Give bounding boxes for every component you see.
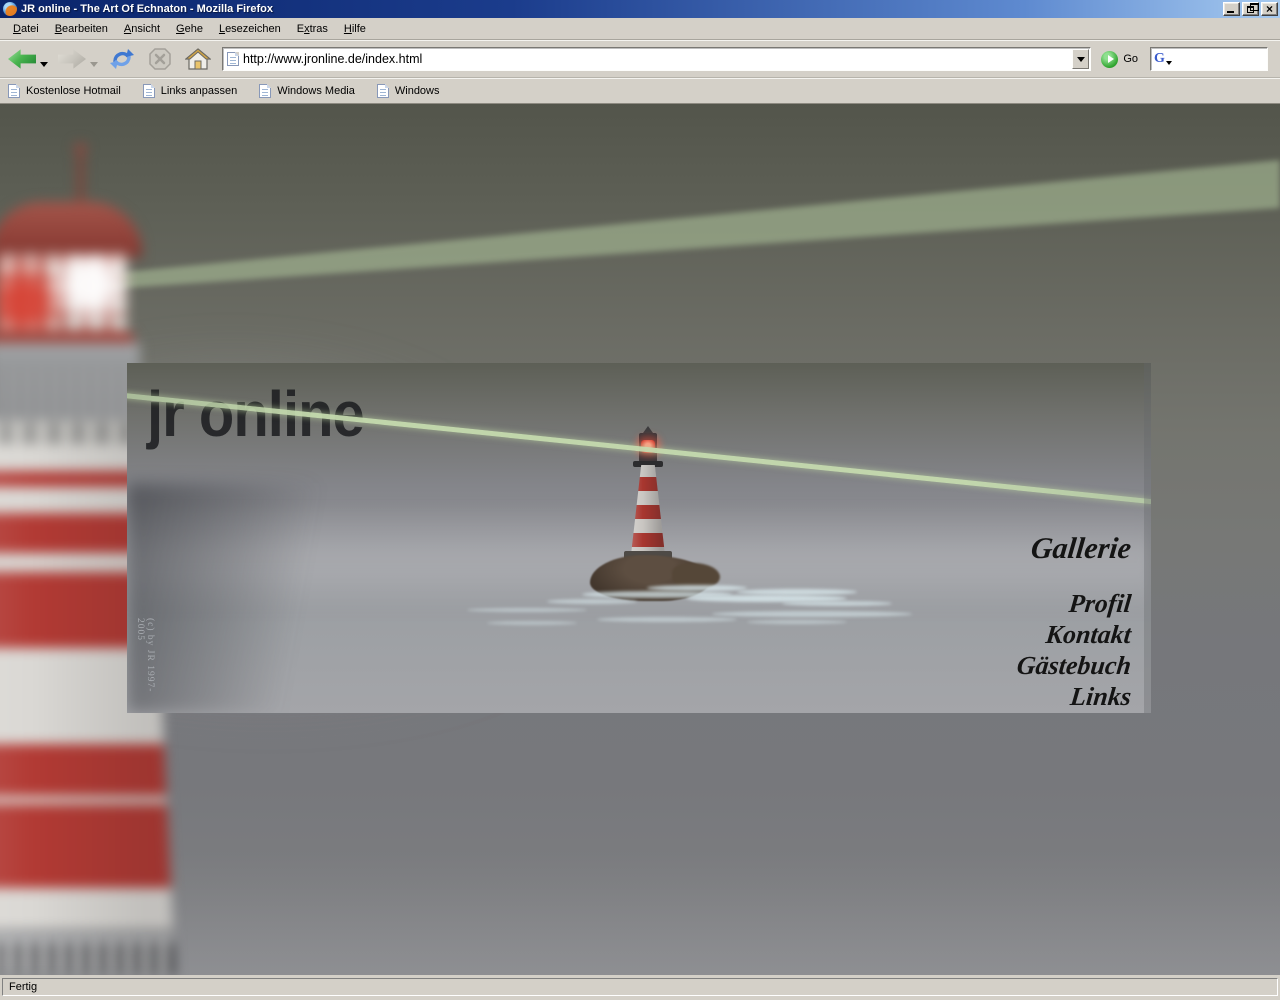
sea-foam [487,621,577,625]
bookmark-item-links-anpassen[interactable]: Links anpassen [142,84,238,98]
sea-foam [597,617,737,622]
reload-button[interactable] [108,45,136,73]
bookmark-icon [259,84,272,98]
window-controls: × [1223,2,1278,16]
fog-layer [0,854,1280,975]
google-engine-icon[interactable]: G [1154,52,1172,66]
firefox-icon[interactable] [3,2,17,16]
home-icon [185,48,211,70]
status-panel: Fertig [2,978,1278,996]
sea-foam [467,608,587,612]
lighthouse-spire [74,143,87,213]
bookmarks-toolbar: Kostenlose Hotmail Links anpassen Window… [0,78,1280,104]
status-bar: Fertig [0,975,1280,1000]
address-bar [222,47,1092,71]
url-input[interactable] [239,52,1073,66]
main-panel-image: jr online (c) by JR 1997-2005 Gallerie P… [127,363,1151,713]
menu-item-extras[interactable]: Extras [289,20,336,38]
minimize-button[interactable] [1223,2,1240,16]
page-viewport: jr online (c) by JR 1997-2005 Gallerie P… [0,104,1280,975]
back-button[interactable] [8,49,36,69]
search-input[interactable] [1171,52,1280,66]
lighthouse-railing [0,369,140,423]
menu-item-ansicht[interactable]: Ansicht [116,20,168,38]
bookmark-label: Links anpassen [160,85,238,97]
menu-item-gehe[interactable]: Gehe [168,20,211,38]
bookmark-icon [8,84,20,98]
nav-link-gaestebuch[interactable]: Gästebuch [1015,650,1132,681]
site-navigation: Gallerie Profil Kontakt Gästebuch Links [1015,532,1133,712]
lighthouse-gallery [0,343,140,427]
bookmark-label: Windows Media [277,85,355,97]
go-icon [1101,50,1119,68]
home-button[interactable] [184,45,212,73]
panel-shadow [127,483,357,713]
copyright-text: (c) by JR 1997-2005 [135,618,155,693]
stop-icon [149,48,171,70]
forward-button[interactable] [58,49,86,69]
menu-item-bearbeiten[interactable]: Bearbeiten [47,20,116,38]
sea-foam [737,589,857,595]
close-icon: × [1265,1,1273,16]
sea-foam [782,601,892,606]
go-label: Go [1123,53,1138,65]
nav-link-kontakt[interactable]: Kontakt [1015,619,1132,650]
restore-icon [1247,3,1259,13]
url-dropdown-button[interactable] [1072,49,1090,69]
close-button[interactable]: × [1261,2,1278,16]
bookmark-item-windows-media[interactable]: Windows Media [259,84,355,98]
nav-link-profil[interactable]: Profil [1015,588,1132,619]
title-bar[interactable]: JR online - The Art Of Echnaton - Mozill… [0,0,1280,18]
panel-right-edge [1144,363,1151,713]
page-icon [227,52,239,66]
bookmark-label: Windows [394,85,440,97]
restore-button[interactable] [1242,2,1259,16]
menu-item-hilfe[interactable]: Hilfe [336,20,374,38]
menu-bar: Datei Bearbeiten Ansicht Gehe Lesezeiche… [0,18,1280,40]
go-button[interactable]: Go [1101,50,1138,68]
back-dropdown[interactable] [40,61,48,67]
sea-foam [647,585,747,591]
lighthouse-rim [0,332,134,345]
lighthouse-dome [0,202,142,258]
bookmark-icon [376,84,389,98]
sea-foam [747,620,847,624]
menu-item-lesezeichen[interactable]: Lesezeichen [211,20,289,38]
bookmark-item-windows[interactable]: Windows [376,84,440,98]
window-title: JR online - The Art Of Echnaton - Mozill… [21,3,273,15]
sea-foam [712,611,912,617]
lighthouse-lantern [0,254,127,334]
nav-link-links[interactable]: Links [1015,681,1133,712]
chevron-down-icon [1076,56,1085,62]
bookmark-icon [142,84,155,98]
sea-foam [547,599,637,604]
reload-icon [110,49,134,69]
bookmark-item-hotmail[interactable]: Kostenlose Hotmail [8,84,121,98]
lighthouse-base-railing [0,932,175,975]
browser-window: JR online - The Art Of Echnaton - Mozill… [0,0,1280,1000]
status-text: Fertig [9,981,38,993]
bookmark-label: Kostenlose Hotmail [26,85,121,97]
navigation-toolbar: Go G [0,40,1280,78]
stop-button[interactable] [146,45,174,73]
search-box: G [1150,47,1280,71]
nav-link-gallerie[interactable]: Gallerie [1015,532,1132,565]
minimize-icon [1227,11,1234,13]
menu-item-datei[interactable]: Datei [5,20,47,38]
forward-dropdown[interactable] [90,61,98,67]
